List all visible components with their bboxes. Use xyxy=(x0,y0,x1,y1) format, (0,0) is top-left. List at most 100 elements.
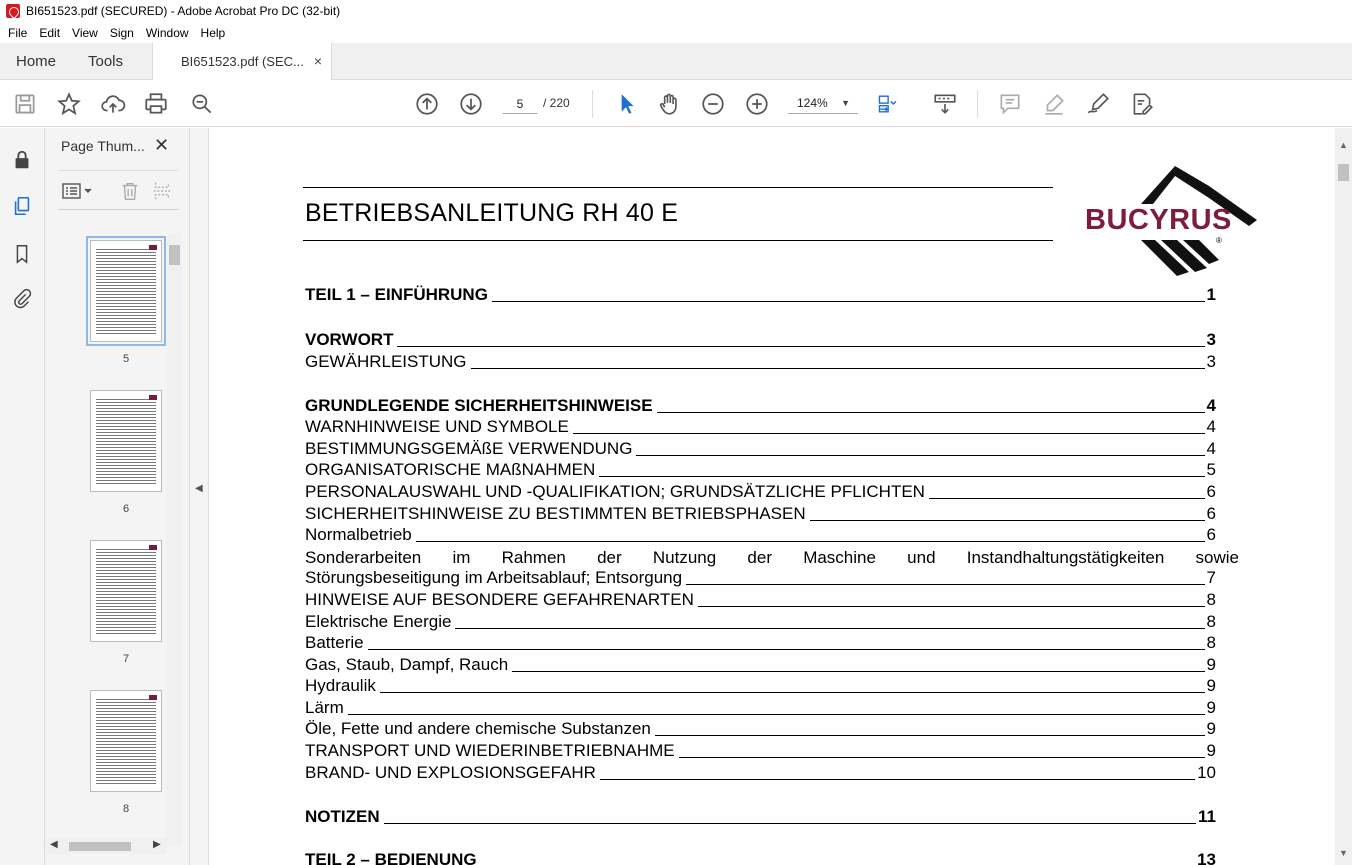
hand-tool-icon[interactable] xyxy=(656,91,682,117)
lock-icon[interactable] xyxy=(11,149,33,171)
bookmark-star-icon[interactable] xyxy=(56,91,82,117)
toc-entry[interactable]: PERSONALAUSWAHL UND -QUALIFIKATION; GRUN… xyxy=(305,482,1216,502)
toc-entry[interactable]: VORWORT 3 xyxy=(305,330,1216,350)
document-view[interactable]: BETRIEBSANLEITUNG RH 40 E BUCYRUS ® TEIL… xyxy=(209,128,1335,865)
panel-title: Page Thum... xyxy=(61,138,145,154)
menu-window[interactable]: Window xyxy=(140,26,195,40)
panel-collapse-strip[interactable]: ◀ xyxy=(190,128,209,865)
upload-cloud-icon[interactable] xyxy=(100,91,126,117)
logo-text: BUCYRUS xyxy=(1085,204,1232,236)
thumbnail-vertical-scrollbar[interactable] xyxy=(167,233,182,845)
scroll-left-icon[interactable]: ◀ xyxy=(50,839,58,850)
title-rule-top xyxy=(303,187,1053,188)
title-rule-bottom xyxy=(303,240,1053,241)
scroll-right-icon[interactable]: ▶ xyxy=(153,839,161,850)
window-titlebar: BI651523.pdf (SECURED) - Adobe Acrobat P… xyxy=(0,0,1352,22)
menu-help[interactable]: Help xyxy=(195,26,232,40)
scrollbar-thumb[interactable] xyxy=(1338,164,1349,181)
page-thumbnail[interactable] xyxy=(90,540,162,642)
toolbar-separator xyxy=(592,90,593,118)
menu-edit[interactable]: Edit xyxy=(33,26,66,40)
toc-entry[interactable]: BESTIMMUNGSGEMÄßE VERWENDUNG 4 xyxy=(305,439,1216,459)
thumbnail-options-button[interactable] xyxy=(60,181,96,201)
main-toolbar: 5 / 220 124% ▼ xyxy=(0,80,1352,127)
toc-entry[interactable]: HINWEISE AUF BESONDERE GEFAHRENARTEN 8 xyxy=(305,590,1216,610)
toc-entry[interactable]: Lärm 9 xyxy=(305,698,1216,718)
toc-entry[interactable]: BRAND- UND EXPLOSIONSGEFAHR 10 xyxy=(305,763,1216,783)
select-cursor-icon[interactable] xyxy=(613,91,639,117)
extract-pages-icon[interactable] xyxy=(151,180,173,202)
page-thumbnail[interactable] xyxy=(86,236,166,346)
toc-entry[interactable]: Öle, Fette und andere chemische Substanz… xyxy=(305,719,1216,739)
page-number-input[interactable]: 5 xyxy=(502,92,538,114)
next-page-icon[interactable] xyxy=(458,91,484,117)
page-thumbnail[interactable] xyxy=(90,690,162,792)
scroll-up-icon[interactable]: ▲ xyxy=(1339,140,1348,150)
page-fit-icon[interactable] xyxy=(876,91,902,117)
toc-entry[interactable]: Batterie 8 xyxy=(305,633,1216,653)
save-icon[interactable] xyxy=(12,91,38,117)
toc-entry[interactable]: WARNHINWEISE UND SYMBOLE 4 xyxy=(305,417,1216,437)
scroll-down-icon[interactable]: ▼ xyxy=(1339,848,1348,858)
comment-icon[interactable] xyxy=(997,91,1023,117)
bucyrus-logo: BUCYRUS ® xyxy=(1081,164,1261,276)
attachments-paperclip-icon[interactable] xyxy=(11,288,33,310)
highlight-pen-icon[interactable] xyxy=(1041,91,1067,117)
toc-entry[interactable]: Gas, Staub, Dampf, Rauch 9 xyxy=(305,655,1216,675)
edit-pdf-icon[interactable] xyxy=(1129,91,1155,117)
page-thumbnails-icon[interactable] xyxy=(11,195,33,217)
logo-registered-mark: ® xyxy=(1216,236,1222,245)
toc-entry[interactable]: Elektrische Energie 8 xyxy=(305,612,1216,632)
tab-home[interactable]: Home xyxy=(16,43,56,80)
document-vertical-scrollbar[interactable]: ▲ ▼ xyxy=(1335,128,1352,865)
toc-entry[interactable]: Störungsbeseitigung im Arbeitsablauf; En… xyxy=(305,568,1216,588)
tab-document-label: BI651523.pdf (SEC... xyxy=(181,54,304,69)
window-title: BI651523.pdf (SECURED) - Adobe Acrobat P… xyxy=(26,4,341,18)
scrollbar-thumb[interactable] xyxy=(169,245,180,265)
left-navigation-rail xyxy=(0,128,45,865)
toc-entry[interactable]: NOTIZEN 11 xyxy=(305,807,1216,827)
thumbnail-horizontal-scrollbar[interactable]: ◀ ▶ xyxy=(45,838,167,854)
zoom-level-select[interactable]: 124% ▼ xyxy=(788,92,858,114)
tab-bar: Home Tools BI651523.pdf (SEC... × xyxy=(0,43,1352,81)
scrollbar-thumb[interactable] xyxy=(69,842,131,851)
toc-entry[interactable]: SICHERHEITSHINWEISE ZU BESTIMMTEN BETRIE… xyxy=(305,504,1216,524)
thumbnail-page-label: 7 xyxy=(122,653,130,665)
bookmarks-icon[interactable] xyxy=(11,243,33,265)
close-panel-icon[interactable]: ✕ xyxy=(154,135,169,156)
collapse-panel-icon[interactable]: ◀ xyxy=(195,483,203,494)
menu-bar: File Edit View Sign Window Help xyxy=(0,22,1352,43)
toc-entry[interactable]: GRUNDLEGENDE SICHERHEITSHINWEISE 4 xyxy=(305,396,1216,416)
document-title: BETRIEBSANLEITUNG RH 40 E xyxy=(305,199,679,227)
toc-entry[interactable]: Normalbetrieb 6 xyxy=(305,525,1216,545)
close-tab-icon[interactable]: × xyxy=(314,43,322,80)
previous-page-icon[interactable] xyxy=(414,91,440,117)
thumbnail-page-label: 8 xyxy=(122,803,130,815)
menu-file[interactable]: File xyxy=(2,26,33,40)
thumbnail-page-label: 6 xyxy=(122,503,130,515)
toc-entry[interactable]: TRANSPORT UND WIEDERINBETRIEBNAHME 9 xyxy=(305,741,1216,761)
page-thumbnail[interactable] xyxy=(90,390,162,492)
thumbnail-page-label: 5 xyxy=(122,353,130,365)
menu-view[interactable]: View xyxy=(66,26,104,40)
panel-toolbar xyxy=(58,170,178,210)
toc-entry[interactable]: Hydraulik 9 xyxy=(305,676,1216,696)
zoom-level-value: 124% xyxy=(797,96,828,110)
page-thumbnails-panel: Page Thum... ✕ 5 6 7 8 ◀ ▶ xyxy=(45,128,190,865)
menu-sign[interactable]: Sign xyxy=(104,26,140,40)
toc-entry[interactable]: ORGANISATORISCHE MAßNAHMEN 5 xyxy=(305,460,1216,480)
zoom-out-icon[interactable] xyxy=(700,91,726,117)
toc-entry[interactable]: TEIL 2 – BEDIENUNG 13 xyxy=(305,850,1216,865)
draw-signature-icon[interactable] xyxy=(1085,91,1111,117)
zoom-search-icon[interactable] xyxy=(189,91,215,117)
delete-trash-icon[interactable] xyxy=(119,180,141,202)
toc-entry[interactable]: TEIL 1 – EINFÜHRUNG 1 xyxy=(305,285,1216,305)
toc-entry[interactable]: GEWÄHRLEISTUNG 3 xyxy=(305,352,1216,372)
acrobat-app-icon xyxy=(6,4,20,18)
print-icon[interactable] xyxy=(143,91,169,117)
tab-tools[interactable]: Tools xyxy=(88,43,123,80)
zoom-in-icon[interactable] xyxy=(744,91,770,117)
page-count: / 220 xyxy=(543,96,570,110)
scroll-mode-icon[interactable] xyxy=(932,91,958,117)
tab-document[interactable]: BI651523.pdf (SEC... × xyxy=(152,43,332,81)
